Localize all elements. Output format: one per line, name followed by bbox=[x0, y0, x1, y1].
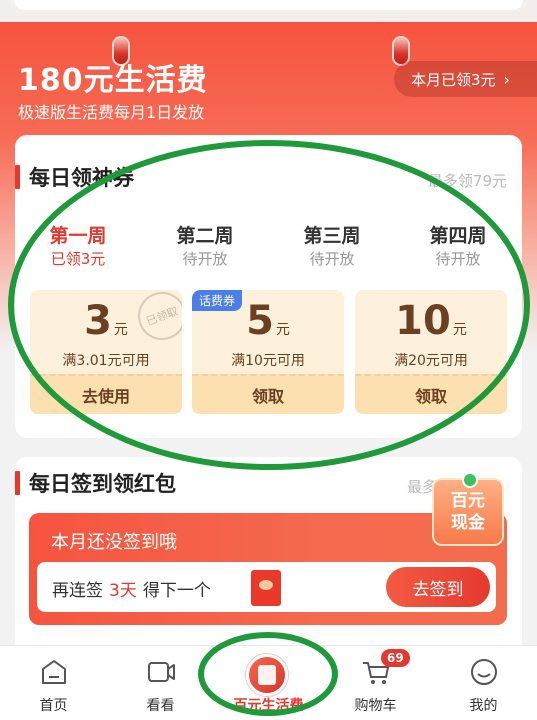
signin-button[interactable]: 去签到 bbox=[386, 567, 490, 607]
cart-count-badge: 69 bbox=[381, 649, 410, 667]
nav-profile[interactable]: 我的 bbox=[430, 646, 537, 720]
nav-label: 首页 bbox=[39, 698, 68, 714]
page-title: 180元生活费 bbox=[18, 63, 208, 98]
annotation-ellipse-coupons bbox=[8, 140, 530, 470]
section-accent-bar bbox=[15, 165, 20, 189]
cash-reward-badge[interactable]: 百元 现金 bbox=[432, 472, 504, 546]
nav-label: 看看 bbox=[146, 698, 175, 714]
red-envelope-icon bbox=[251, 570, 281, 606]
page-subtitle: 极速版生活费每月1日发放 bbox=[18, 103, 205, 122]
nav-label: 我的 bbox=[469, 698, 498, 714]
smiley-icon bbox=[470, 659, 497, 685]
annotation-ellipse-nav bbox=[198, 632, 338, 716]
top-strip bbox=[0, 0, 537, 22]
monthly-received-button[interactable]: 本月已领3元 › bbox=[394, 61, 537, 97]
monthly-received-label: 本月已领3元 bbox=[411, 70, 496, 89]
nav-label: 购物车 bbox=[354, 698, 397, 714]
section-accent-bar bbox=[15, 471, 20, 495]
signin-row: 再连签 3天 得下一个 去签到 bbox=[37, 562, 496, 612]
home-icon bbox=[41, 660, 66, 684]
signin-progress-text: 再连签 3天 得下一个 bbox=[52, 576, 211, 601]
wechat-dot-icon bbox=[462, 472, 478, 488]
video-icon bbox=[147, 662, 175, 682]
envelope-seal bbox=[259, 580, 273, 590]
chevron-right-icon: › bbox=[503, 69, 510, 89]
section-title: 每日签到领红包 bbox=[29, 472, 176, 496]
signin-message: 本月还没签到哦 bbox=[51, 532, 177, 553]
badge-line1: 百元 bbox=[451, 491, 485, 511]
nav-home[interactable]: 首页 bbox=[0, 646, 107, 720]
top-pill bbox=[14, 0, 523, 10]
badge-line2: 现金 bbox=[451, 513, 485, 533]
signin-prefix: 再连签 bbox=[52, 581, 103, 601]
nav-cart[interactable]: 购物车 bbox=[322, 646, 429, 720]
nav-watch[interactable]: 看看 bbox=[107, 646, 214, 720]
signin-suffix: 得下一个 bbox=[142, 581, 211, 601]
signin-days: 3天 bbox=[109, 581, 137, 601]
section-header: 每日签到领红包 bbox=[15, 470, 176, 496]
ring-decoration-right bbox=[394, 38, 408, 64]
